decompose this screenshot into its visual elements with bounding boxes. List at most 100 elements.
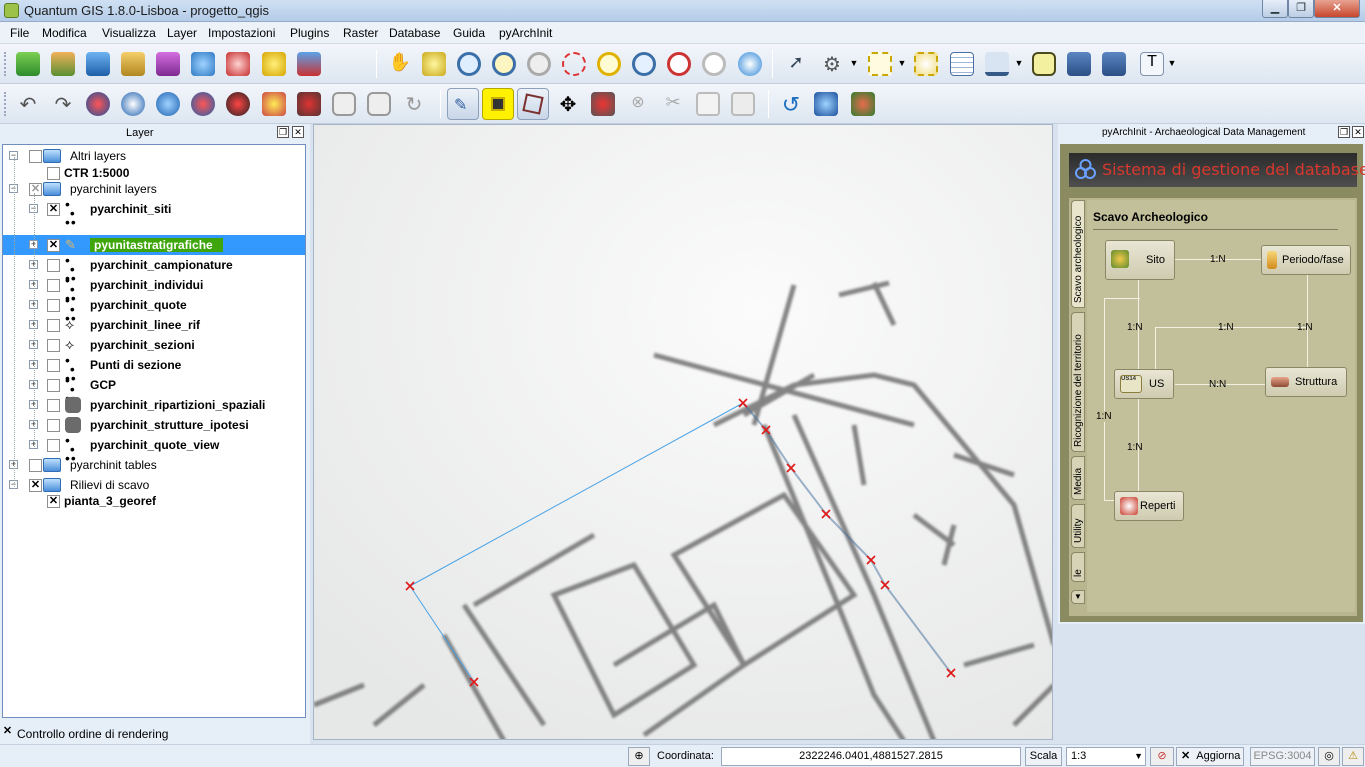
menu-modifica[interactable]: Modifica [42,26,87,40]
undo-icon[interactable]: ↶ [16,92,40,116]
coord-field[interactable]: 2322246.0401,4881527.2815 [721,747,1021,766]
layer-visibility-checkbox[interactable] [47,419,60,432]
add-wfs-layer-icon[interactable] [226,52,250,76]
add-wms-layer-icon[interactable] [191,52,215,76]
layer-row[interactable]: + pyarchinit_ripartizioni_spaziali [3,395,305,415]
toggle-extents-icon[interactable]: ⊕ [628,747,650,766]
rotate-point-symbols-icon[interactable]: ↻ [402,92,426,116]
add-feature-icon[interactable] [517,88,549,120]
layer-row[interactable]: + • • •• pyarchinit_campionature [3,253,305,285]
toggle-editing-icon[interactable]: ✎ [447,88,479,120]
show-bookmarks-icon[interactable] [1102,52,1126,76]
node-periodo[interactable]: Periodo/fase [1261,245,1351,275]
stop-render-icon[interactable]: ⊘ [1150,747,1174,766]
layer-row[interactable]: + pyarchinit_strutture_ipotesi [3,415,305,435]
render-checkbox[interactable]: ✕ [1181,750,1190,762]
projection-icon[interactable]: ◎ [1318,747,1340,766]
layer-row[interactable]: + ⟡ pyarchinit_linee_rif [3,315,305,335]
layer-row[interactable]: +• •••GCP [3,373,305,405]
remove-layer-icon[interactable] [297,52,321,76]
layer-visibility-checkbox[interactable]: ✕ [29,183,42,196]
pan-to-selection-icon[interactable] [422,52,446,76]
copy-features-icon[interactable] [696,92,720,116]
layer-visibility-checkbox[interactable] [29,459,42,472]
render-order-checkbox[interactable]: ✕ [1,726,14,739]
menu-impostazioni[interactable]: Impostazioni [208,26,275,40]
map-tips-icon[interactable] [1032,52,1056,76]
layer-row[interactable]: + • • •• pyarchinit_individui [3,273,305,305]
action-gear-icon[interactable]: ⚙ [820,52,844,76]
scale-dropdown-icon[interactable]: ▼ [1134,748,1143,765]
zoom-full-icon[interactable] [562,52,586,76]
map-canvas[interactable] [313,124,1053,740]
layer-visibility-checkbox[interactable] [47,399,60,412]
float-panel-icon[interactable]: ❐ [277,126,289,138]
select-features-icon[interactable] [868,52,892,76]
identify-icon[interactable]: ➚ [784,52,808,76]
reshape-features-icon[interactable] [262,92,286,116]
measure-dropdown-icon[interactable]: ▼ [1013,58,1025,82]
action-dropdown-icon[interactable]: ▼ [848,58,860,82]
simplify-feature-icon[interactable] [86,92,110,116]
offset-curve-icon[interactable] [297,92,321,116]
minimize-button[interactable]: ▁ [1262,0,1288,18]
add-postgis-layer-icon[interactable] [86,52,110,76]
node-tool-icon[interactable] [591,92,615,116]
close-panel-icon[interactable]: ✕ [292,126,304,138]
layer-row[interactable]: − ✕ pyarchinit layers [3,179,305,199]
layer-row[interactable]: + • • •• pyarchinit_quote [3,293,305,325]
refresh-icon[interactable] [738,52,762,76]
paste-features-icon[interactable] [731,92,755,116]
node-struttura[interactable]: Struttura [1265,367,1347,397]
layer-visibility-checkbox[interactable] [47,319,60,332]
attribute-table-icon[interactable] [950,52,974,76]
layer-row[interactable]: + pyarchinit tables [3,455,305,475]
scale-combo[interactable]: 1:3 ▼ [1066,747,1146,766]
cut-features-icon[interactable]: ✂ [661,92,685,116]
node-sito[interactable]: Sito [1105,240,1175,280]
text-annotation-icon[interactable]: T [1140,52,1164,76]
add-ring-icon[interactable] [121,92,145,116]
maximize-button[interactable]: ❐ [1288,0,1314,18]
annotation-dropdown-icon[interactable]: ▼ [1166,58,1178,82]
toolbar-grip-2[interactable] [4,92,7,116]
epsg-button[interactable]: EPSG:3004 [1250,747,1315,766]
save-edits-icon[interactable] [482,88,514,120]
menu-database[interactable]: Database [389,26,440,40]
menu-pyarchinit[interactable]: pyArchInit [499,26,552,40]
pyarchinit-refresh-icon[interactable]: ↺ [779,92,803,117]
layer-visibility-checkbox[interactable] [47,359,60,372]
menu-raster[interactable]: Raster [343,26,378,40]
layer-row[interactable]: + ⟡ pyarchinit_sezioni [3,335,305,355]
zoom-out-icon[interactable] [492,52,516,76]
node-us[interactable]: US14 US [1114,369,1174,399]
merge-features-icon[interactable] [367,92,391,116]
node-reperti[interactable]: Reperti [1114,491,1184,521]
warning-icon[interactable]: ⚠ [1342,747,1364,766]
add-mssql-layer-icon[interactable] [156,52,180,76]
move-feature-icon[interactable]: ✥ [556,92,580,116]
layer-row[interactable]: + • • •• pyarchinit_quote_view [3,433,305,465]
pyarchinit-search-icon[interactable] [814,92,838,116]
menu-visualizza[interactable]: Visualizza [102,26,156,40]
redo-icon[interactable]: ↷ [51,92,75,116]
layer-row[interactable]: ✕ pianta_3_georef [3,491,305,511]
pyarchinit-dig-icon[interactable] [851,92,875,116]
add-part-icon[interactable] [156,92,180,116]
delete-ring-icon[interactable] [191,92,215,116]
select-dropdown-icon[interactable]: ▼ [896,58,908,82]
measure-icon[interactable] [985,52,1009,76]
layer-visibility-checkbox[interactable] [47,279,60,292]
add-raster-layer-icon[interactable] [51,52,75,76]
deselect-icon[interactable] [914,52,938,76]
tab-more[interactable]: le [1071,552,1085,582]
zoom-native-icon[interactable] [527,52,551,76]
render-order-control[interactable]: ✕ Controllo ordine di rendering [0,724,310,744]
layer-visibility-checkbox[interactable]: ✕ [47,495,60,508]
layer-visibility-checkbox[interactable]: ✕ [47,239,60,252]
zoom-to-selection-icon[interactable] [597,52,621,76]
menu-layer[interactable]: Layer [167,26,197,40]
close-pyarchinit-icon[interactable]: ✕ [1352,126,1364,138]
new-shapefile-icon[interactable] [262,52,286,76]
menu-file[interactable]: File [10,26,29,40]
